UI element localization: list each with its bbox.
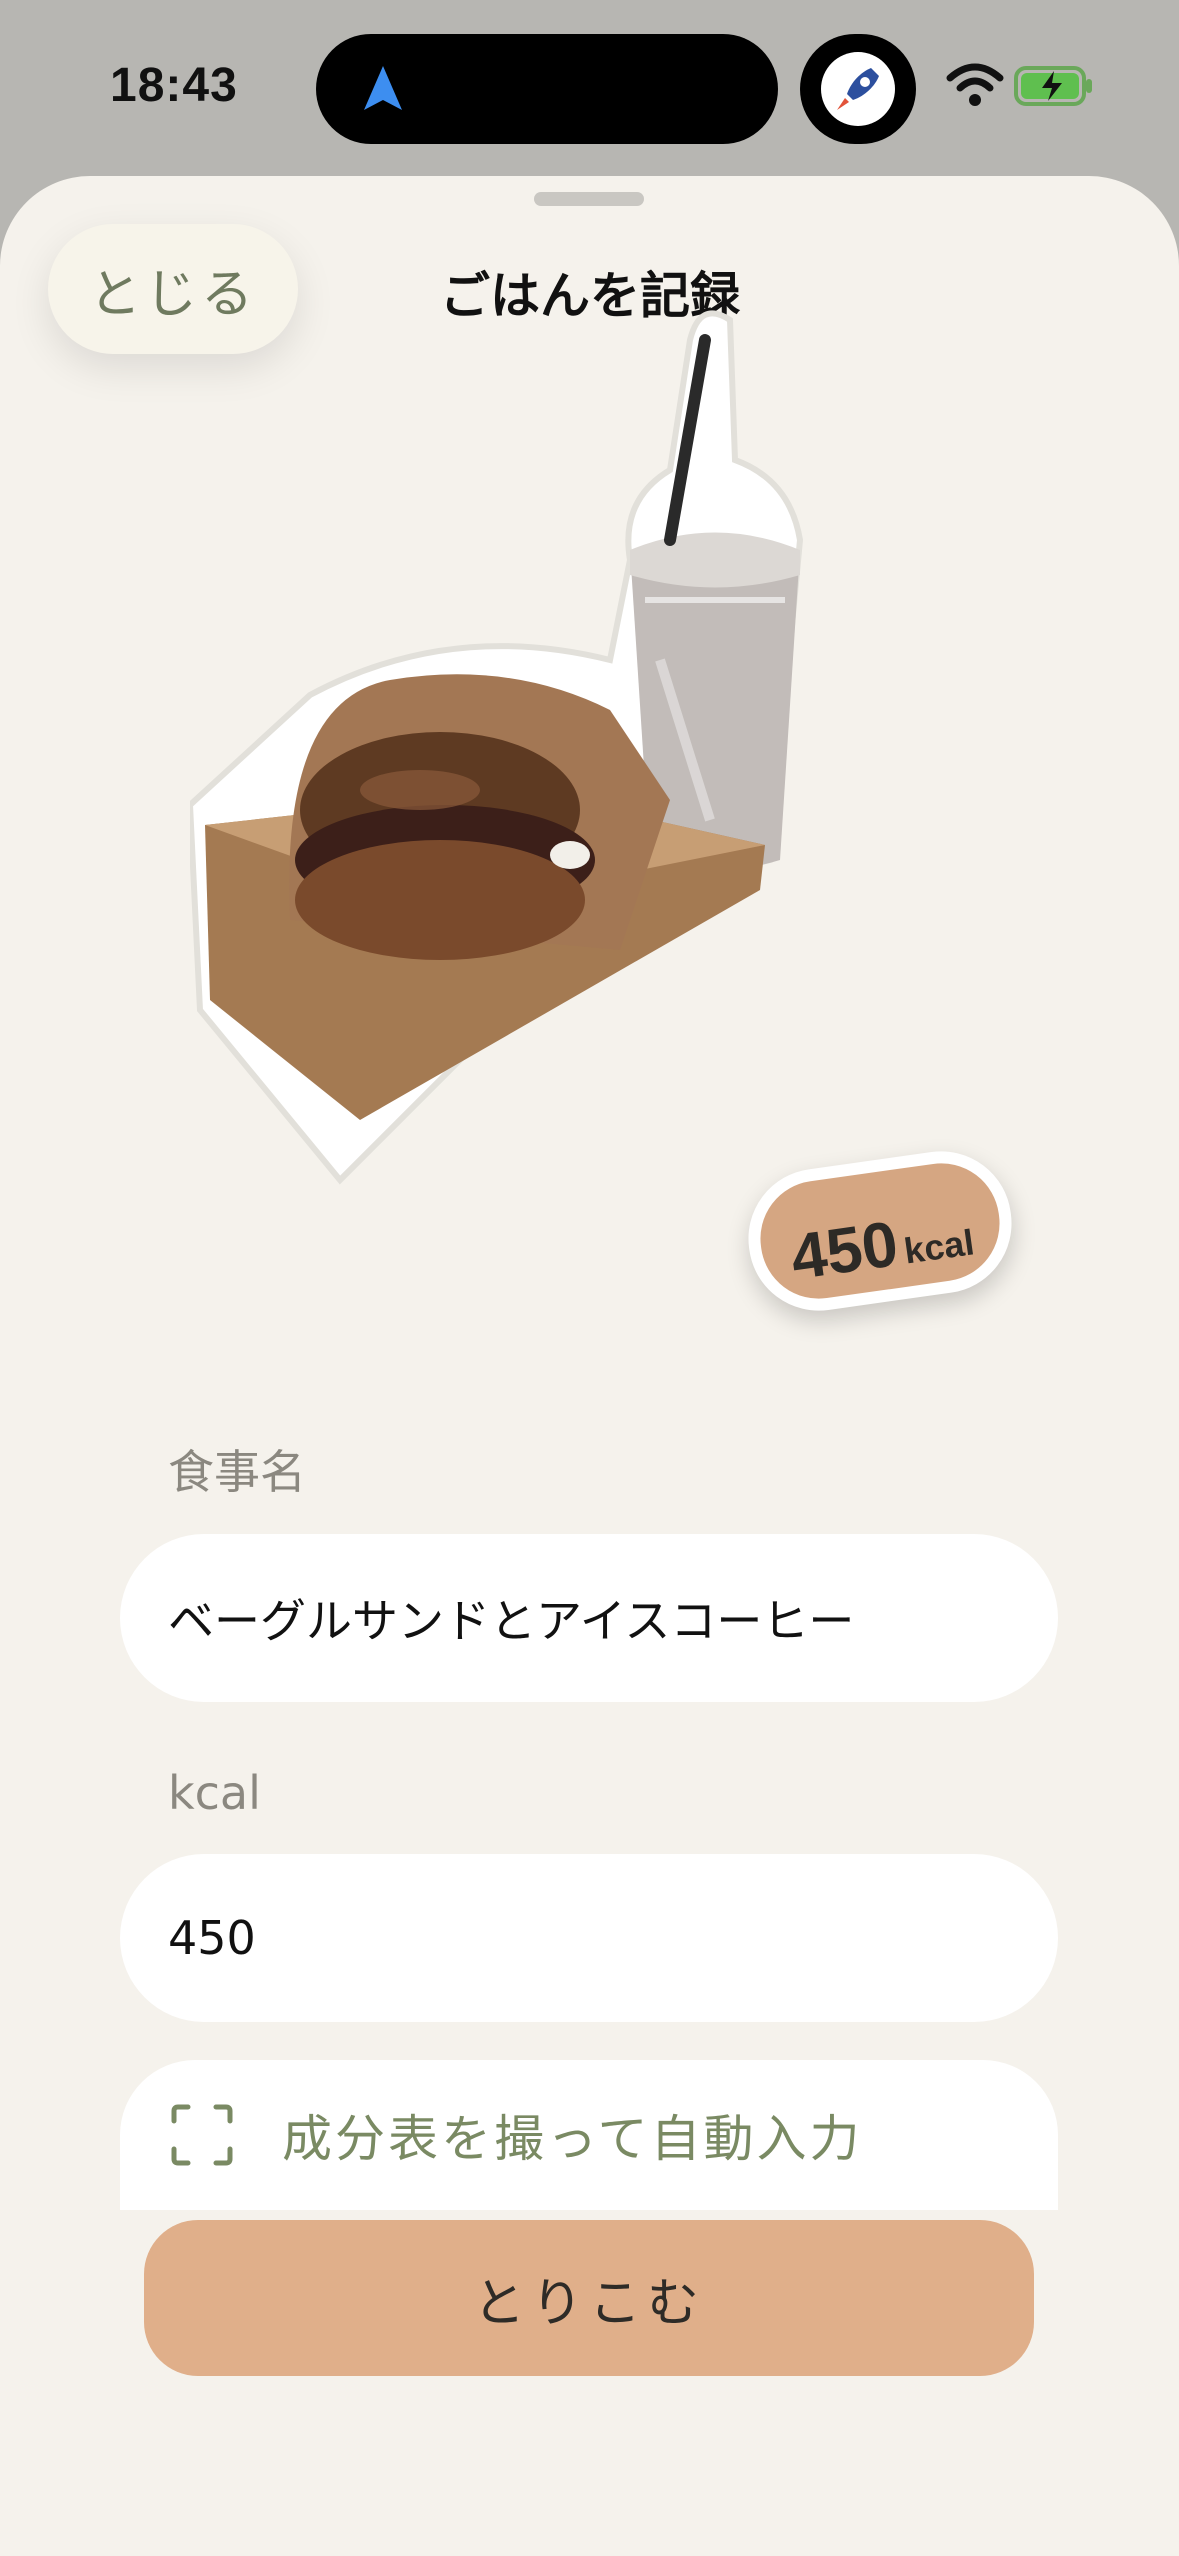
kcal-field[interactable]: 450 (120, 1854, 1058, 2022)
wifi-icon (946, 63, 1004, 106)
live-activity-bubble[interactable] (800, 34, 916, 144)
battery-charging-icon (1014, 66, 1092, 106)
scan-frame-icon (171, 2104, 233, 2166)
meal-name-label: 食事名 (168, 1445, 306, 1499)
rocket-icon (821, 52, 895, 126)
meal-name-field[interactable]: ベーグルサンドとアイスコーヒー (120, 1534, 1058, 1702)
location-arrow-icon (364, 66, 402, 110)
status-time: 18:43 (110, 59, 238, 112)
dynamic-island (316, 34, 778, 144)
kcal-badge-unit: kcal (901, 1221, 977, 1272)
import-button[interactable]: とりこむ (144, 2220, 1034, 2376)
kcal-label: kcal (168, 1766, 261, 1820)
meal-photo (190, 310, 804, 1185)
scan-nutrition-button[interactable]: 成分表を撮って自動入力 (120, 2060, 1058, 2210)
kcal-badge-value: 450 (786, 1207, 903, 1294)
scan-nutrition-label: 成分表を撮って自動入力 (282, 2110, 863, 2168)
sheet-grabber[interactable] (534, 192, 644, 206)
status-bar: 18:43 (0, 0, 1179, 176)
